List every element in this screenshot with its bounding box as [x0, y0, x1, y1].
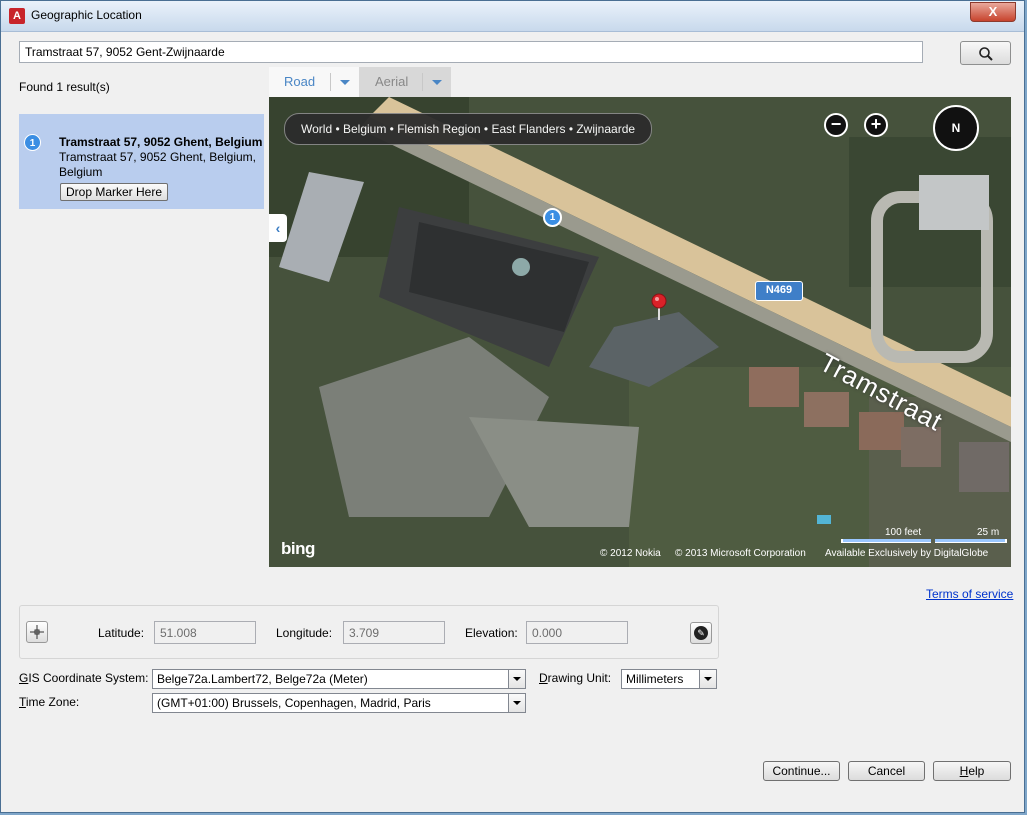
drawing-unit-label: Drawing Unit: [539, 671, 612, 685]
scale-feet-label: 100 feet [885, 527, 922, 538]
time-zone-label: Time Zone: [19, 695, 80, 709]
edit-icon: ✎ [694, 626, 708, 640]
chevron-down-icon[interactable] [330, 73, 359, 91]
edit-coordinates-button[interactable]: ✎ [690, 622, 712, 644]
chevron-down-icon[interactable] [422, 73, 451, 91]
compass-north-label: N [951, 121, 961, 135]
chevron-down-icon[interactable] [508, 694, 525, 712]
continue-button[interactable]: Continue... [763, 761, 840, 781]
close-button[interactable]: X [970, 2, 1016, 22]
aerial-map[interactable]: World • Belgium • Flemish Region • East … [269, 97, 1011, 567]
tab-road[interactable]: Road [269, 67, 359, 97]
location-search-input[interactable] [19, 41, 923, 63]
title-bar: A Geographic Location X [1, 1, 1024, 32]
map-type-tabs: Road Aerial [269, 67, 1011, 97]
copyright-digitalglobe: Available Exclusively by DigitalGlobe [825, 548, 989, 559]
result-number-badge: 1 [24, 134, 41, 151]
bing-logo: bing [281, 539, 315, 558]
result-title: Tramstraat 57, 9052 Ghent, Belgium [59, 135, 263, 149]
scale-meters-label: 25 m [977, 527, 1000, 538]
tab-aerial-label: Aerial [375, 74, 409, 89]
help-button[interactable]: Help [933, 761, 1011, 781]
window-title: Geographic Location [31, 8, 142, 22]
drawing-unit-select[interactable]: Millimeters [621, 669, 717, 689]
elevation-label: Elevation: [465, 626, 518, 640]
latitude-label: Latitude: [98, 626, 145, 640]
chevron-down-icon[interactable] [508, 670, 525, 688]
copyright-nokia: © 2012 Nokia [600, 548, 661, 559]
result-address: Tramstraat 57, 9052 Ghent, Belgium, Belg… [59, 150, 256, 179]
map-scale-bar [841, 539, 1007, 543]
gis-coordinate-system-value: Belge72a.Lambert72, Belge72a (Meter) [157, 672, 368, 686]
gis-coordinate-system-select[interactable]: Belge72a.Lambert72, Belge72a (Meter) [152, 669, 526, 689]
search-button[interactable] [960, 41, 1011, 65]
cancel-button[interactable]: Cancel [848, 761, 925, 781]
gis-coordinate-system-label: GIS Coordinate System: [19, 671, 149, 685]
zoom-in-button[interactable]: + [864, 113, 888, 137]
elevation-field[interactable] [526, 621, 628, 644]
tab-aerial[interactable]: Aerial [359, 67, 451, 97]
zoom-out-button[interactable]: − [824, 113, 848, 137]
location-breadcrumb: World • Belgium • Flemish Region • East … [284, 113, 653, 145]
terms-of-service-link[interactable]: Terms of service [926, 587, 1013, 601]
aerial-imagery [269, 97, 1011, 567]
time-zone-value: (GMT+01:00) Brussels, Copenhagen, Madrid… [157, 696, 431, 710]
copyright-microsoft: © 2013 Microsoft Corporation [675, 548, 806, 559]
search-icon [979, 47, 993, 61]
coordinates-panel: Latitude: Longitude: Elevation: ✎ [19, 605, 719, 659]
location-pin-icon[interactable] [651, 293, 667, 321]
longitude-field[interactable] [343, 621, 445, 644]
result-item[interactable]: 1 Tramstraat 57, 9052 Ghent, Belgium Tra… [19, 114, 264, 209]
drop-marker-button[interactable]: Drop Marker Here [60, 183, 169, 201]
drawing-unit-value: Millimeters [626, 672, 684, 686]
compass-control[interactable]: N [933, 105, 979, 151]
results-count: Found 1 result(s) [19, 80, 110, 94]
crosshair-icon [30, 625, 44, 639]
collapse-panel-button[interactable]: ‹ [269, 214, 287, 242]
geographic-location-dialog: A Geographic Location X Found 1 result(s… [0, 0, 1025, 813]
latitude-field[interactable] [154, 621, 256, 644]
autocad-app-icon: A [9, 8, 25, 24]
longitude-label: Longitude: [276, 626, 333, 640]
tab-road-label: Road [284, 74, 316, 89]
chevron-down-icon[interactable] [699, 670, 716, 688]
road-number-label: N469 [755, 281, 803, 301]
result-pin-marker[interactable]: 1 [543, 208, 562, 227]
pick-point-button[interactable] [26, 621, 48, 643]
time-zone-select[interactable]: (GMT+01:00) Brussels, Copenhagen, Madrid… [152, 693, 526, 713]
